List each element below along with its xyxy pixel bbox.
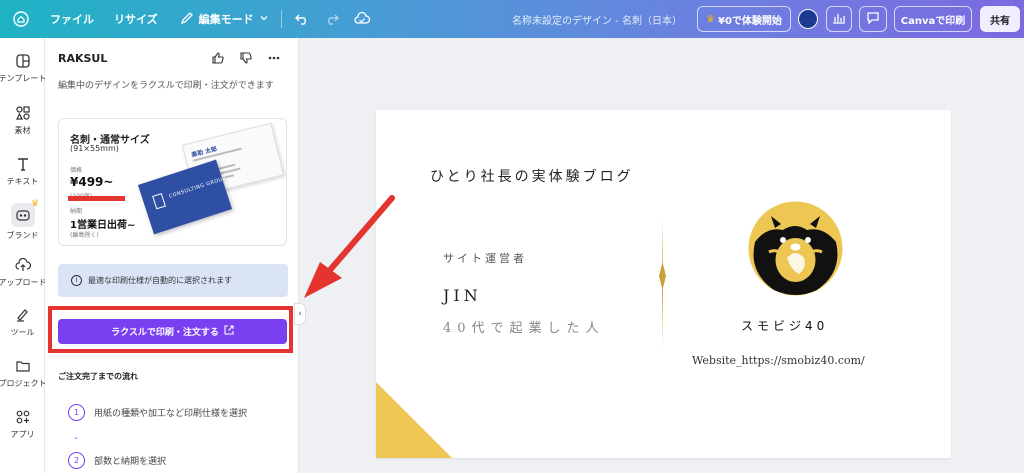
comment-button[interactable]	[859, 6, 887, 32]
share-button[interactable]: 共有	[980, 6, 1020, 32]
price-label: 価格	[70, 167, 83, 174]
yellow-corner-triangle	[376, 382, 452, 458]
raksul-app-panel: RAKSUL 編集中のデザインをラクスルで印刷・注文ができます 名刺・通常サイズ…	[45, 38, 299, 473]
thumbs-up-icon[interactable]	[210, 50, 226, 66]
upload-icon	[14, 256, 32, 274]
thumbs-down-icon[interactable]	[238, 50, 254, 66]
otter-logo-image[interactable]	[747, 200, 844, 297]
flow-step: 2 部数と納期を選択	[68, 452, 166, 469]
rail-item-elements[interactable]: 素材	[0, 104, 45, 136]
canva-print-button[interactable]: Canvaで印刷	[894, 6, 972, 32]
panel-description: 編集中のデザインをラクスルで印刷・注文ができます	[58, 81, 274, 91]
top-toolbar: ファイル リサイズ 編集モード 名称未設定のデザイン - 名刺（日本） ♛ ¥0…	[0, 0, 1024, 38]
rail-item-tools[interactable]: ツール	[0, 306, 45, 338]
owner-label-text[interactable]: サイト運営者	[443, 250, 527, 266]
owner-name-text[interactable]: JIN	[443, 286, 482, 305]
info-icon: i	[71, 275, 82, 286]
rail-label: アップロード	[0, 278, 47, 287]
order-button-label: ラクスルで印刷・注文する	[111, 328, 219, 338]
rail-label: テンプレート	[0, 74, 47, 83]
document-title[interactable]: 名称未設定のデザイン - 名刺（日本）	[512, 12, 682, 27]
external-link-icon	[224, 325, 234, 338]
crown-icon: ♛	[31, 199, 40, 209]
business-card-back-image: CONSULTING GROUP	[137, 159, 233, 235]
product-price: ¥499~	[70, 175, 114, 189]
rail-item-templates[interactable]: テンプレート	[0, 52, 47, 84]
pencil-icon	[180, 11, 194, 28]
template-icon	[14, 52, 32, 70]
draw-icon	[14, 306, 32, 324]
toolbar-divider	[280, 10, 282, 28]
resize-menu[interactable]: リサイズ	[114, 11, 158, 27]
product-size: (91×55mm)	[70, 144, 119, 153]
bar-chart-icon	[832, 12, 846, 27]
folder-icon	[14, 357, 32, 375]
product-card[interactable]: 名刺・通常サイズ (91×55mm) 価格 ¥499~ (100部) 納期 1営…	[58, 118, 287, 246]
delivery-time: 1営業日出荷~	[70, 220, 136, 231]
rail-label: ツール	[10, 328, 35, 337]
flow-heading: ご注文完了までの流れ	[58, 372, 138, 381]
info-text: 最適な印刷仕様が自動的に選択されます	[88, 276, 232, 285]
card-logo-icon	[152, 193, 166, 210]
rail-item-brand[interactable]: ♛ ブランド	[0, 199, 45, 241]
tagline-text[interactable]: 40代で起業した人	[443, 317, 605, 336]
website-url-text[interactable]: Website_https://smobiz40.com/	[692, 354, 865, 367]
insights-button[interactable]	[826, 6, 852, 32]
text-icon	[14, 155, 32, 173]
chevron-left-icon: ‹	[298, 309, 302, 319]
raksul-order-button[interactable]: ラクスルで印刷・注文する	[58, 319, 287, 344]
rail-label: ブランド	[6, 231, 39, 240]
rail-label: プロジェクト	[0, 379, 47, 388]
panel-actions	[210, 50, 282, 66]
delivery-label: 納期	[70, 208, 83, 215]
avatar[interactable]	[798, 9, 818, 29]
file-menu[interactable]: ファイル	[50, 11, 94, 27]
rail-label: アプリ	[10, 430, 35, 439]
home-icon[interactable]	[10, 8, 32, 30]
step-text: 用紙の種類や加工など印刷仕様を選択	[94, 409, 248, 419]
blog-title-text[interactable]: ひとり社長の実体験ブログ	[430, 166, 634, 186]
site-name-text[interactable]: スモビジ40	[741, 317, 828, 334]
rail-label: 素材	[14, 126, 31, 135]
design-canvas[interactable]: ひとり社長の実体験ブログ サイト運営者 JIN 40代で起業した人 スモビジ40…	[376, 110, 951, 458]
gold-diamond-ornament	[659, 262, 666, 290]
rail-item-apps[interactable]: アプリ	[0, 408, 45, 440]
crown-icon: ♛	[706, 13, 716, 25]
rail-item-uploads[interactable]: アップロード	[0, 256, 47, 288]
info-banner: i 最適な印刷仕様が自動的に選択されます	[58, 264, 288, 297]
elements-icon	[14, 104, 32, 122]
comment-icon	[866, 11, 880, 27]
free-trial-button[interactable]: ♛ ¥0で体験開始	[697, 6, 791, 32]
collapse-panel-button[interactable]: ‹	[294, 303, 306, 325]
sample-card-back-text: CONSULTING GROUP	[168, 175, 227, 200]
rail-item-projects[interactable]: プロジェクト	[0, 357, 47, 389]
step-text: 部数と納期を選択	[94, 457, 167, 467]
panel-title: RAKSUL	[58, 52, 108, 65]
price-underline	[68, 196, 125, 201]
cloud-saved-icon[interactable]	[352, 9, 372, 29]
step-number: 2	[68, 452, 85, 469]
side-rail: テンプレート 素材 テキスト ♛ ブランド アップロード ツール プロジェクト …	[0, 38, 47, 473]
rail-item-text[interactable]: テキスト	[0, 155, 45, 187]
step-number: 1	[68, 404, 85, 421]
flow-step: 1 用紙の種類や加工など印刷仕様を選択	[68, 404, 247, 421]
redo-icon[interactable]	[322, 9, 342, 29]
rail-label: テキスト	[6, 177, 39, 186]
undo-icon[interactable]	[292, 9, 312, 29]
chevron-down-icon	[259, 13, 269, 26]
chevron-down-icon: ⌄	[73, 433, 79, 441]
edit-mode-label: 編集モード	[198, 13, 254, 26]
more-options-icon[interactable]	[266, 50, 282, 66]
apps-icon	[14, 408, 32, 426]
edit-mode-menu[interactable]: 編集モード	[180, 11, 269, 28]
free-trial-label: ¥0で体験開始	[718, 15, 782, 27]
delivery-note: (離島除く)	[70, 232, 99, 239]
